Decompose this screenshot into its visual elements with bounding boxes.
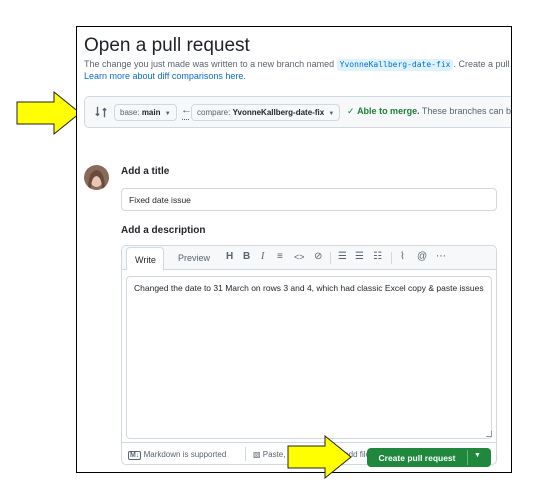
caret-down-icon: ▼ [328, 111, 335, 117]
learn-more-link[interactable]: Learn more about diff comparisons here. [84, 71, 246, 81]
compare-branch-select[interactable]: compare: YvonneKallberg-date-fix ▼ [191, 104, 341, 121]
caret-down-icon: ▼ [164, 111, 171, 117]
pull-request-panel: Open a pull request The change you just … [76, 26, 512, 473]
page-subtitle: The change you just made was written to … [84, 59, 510, 71]
create-pull-request-button[interactable]: Create pull request ▼ [367, 448, 491, 467]
check-icon: ✓ [347, 106, 355, 116]
title-label: Add a title [121, 166, 170, 177]
user-avatar [84, 165, 109, 190]
git-compare-icon [95, 106, 107, 118]
numbered-list-icon[interactable]: ☰ [338, 251, 347, 263]
markdown-icon: M↓ [128, 451, 142, 460]
compare-bar: base: main ▼ ← compare: YvonneKallberg-d… [84, 96, 512, 128]
branch-name-badge: YvonneKallberg-date-fix [336, 59, 454, 71]
callout-arrow-create [287, 435, 352, 479]
task-list-icon[interactable]: ☷ [373, 251, 382, 263]
code-icon[interactable]: <> [294, 251, 305, 263]
bold-icon[interactable]: B [243, 251, 250, 263]
tab-preview[interactable]: Preview [170, 246, 218, 270]
markdown-note[interactable]: M↓ Markdown is supported [128, 450, 226, 460]
title-input[interactable]: Fixed date issue [121, 188, 497, 211]
editor-toolbar: Write Preview H B I ≡ <> ⊘ ☰ ☰ ☷ ⌇ @ ⋯ [122, 246, 496, 271]
description-editor: Write Preview H B I ≡ <> ⊘ ☰ ☰ ☷ ⌇ @ ⋯ C… [121, 245, 497, 465]
more-icon[interactable]: ⋯ [436, 251, 446, 263]
caret-down-icon[interactable]: ▼ [474, 452, 481, 459]
link-icon[interactable]: ⊘ [314, 251, 322, 263]
callout-arrow-compare [16, 91, 81, 135]
image-icon: ▧ [253, 450, 261, 459]
description-textarea[interactable]: Changed the date to 31 March on rows 3 a… [126, 276, 492, 439]
merge-status: ✓ Able to merge. These branches can be [347, 106, 512, 116]
unordered-list-icon[interactable]: ☰ [355, 251, 364, 263]
mention-icon[interactable]: @ [417, 251, 427, 263]
heading-icon[interactable]: H [226, 251, 233, 263]
attach-icon[interactable]: ⌇ [400, 251, 405, 263]
base-branch-select[interactable]: base: main ▼ [114, 104, 177, 121]
quote-icon[interactable]: ≡ [277, 251, 283, 263]
page-title: Open a pull request [84, 35, 250, 56]
resize-handle[interactable] [486, 431, 492, 437]
italic-icon[interactable]: I [261, 251, 264, 263]
tab-write[interactable]: Write [126, 247, 164, 271]
description-label: Add a description [121, 225, 206, 236]
